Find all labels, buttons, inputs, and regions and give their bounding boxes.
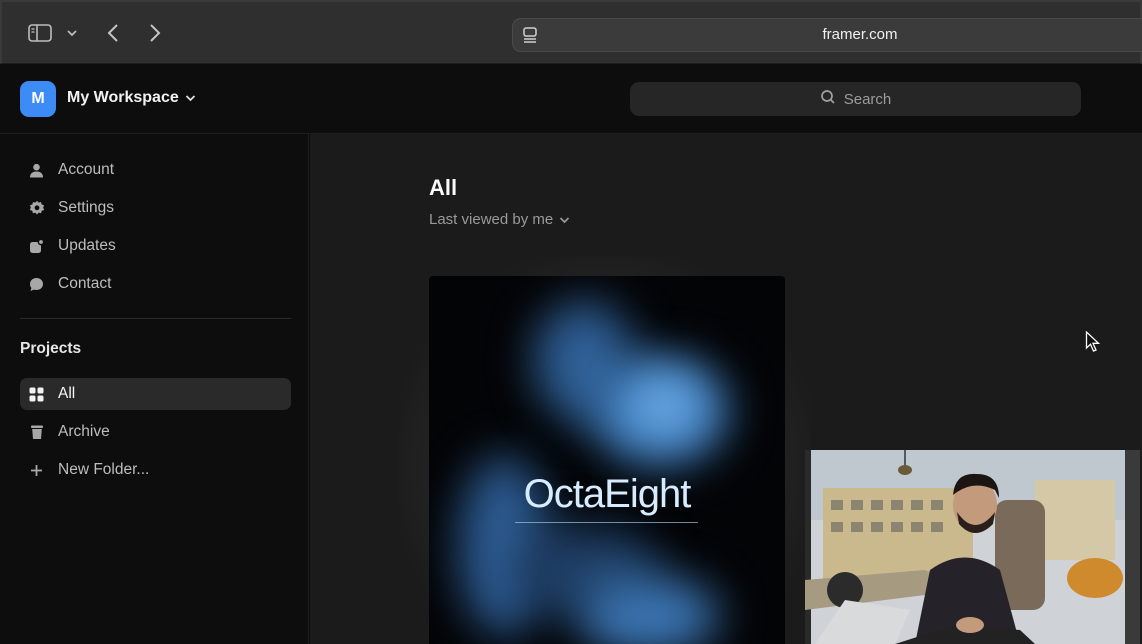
sidebar-item-label: Contact	[58, 275, 112, 292]
chevron-down-icon	[559, 211, 570, 228]
card-title-underline	[515, 522, 698, 523]
forward-arrow-icon[interactable]	[144, 21, 166, 45]
chevron-down-icon	[185, 89, 196, 107]
sidebar-item-updates[interactable]: Updates	[20, 230, 291, 262]
sidebar-item-label: Account	[58, 161, 115, 178]
search-input[interactable]: Search	[630, 82, 1081, 116]
mouse-cursor-icon	[1085, 330, 1101, 353]
search-icon	[820, 89, 836, 109]
workspace-switcher[interactable]: My Workspace	[67, 89, 196, 107]
card-title: OctaEight	[523, 472, 692, 516]
workspace-avatar[interactable]: M	[20, 81, 56, 117]
sidebar-item-label: All	[58, 385, 76, 402]
projects-heading: Projects	[20, 340, 82, 357]
sidebar-toggle-icon[interactable]	[26, 22, 54, 44]
back-arrow-icon[interactable]	[102, 21, 124, 45]
sidebar-item-label: Archive	[58, 423, 110, 440]
sidebar-item-account[interactable]: Account	[20, 154, 291, 186]
grid-icon	[28, 386, 45, 403]
sidebar-item-contact[interactable]: Contact	[20, 268, 291, 300]
url-text: framer.com	[822, 26, 898, 43]
trash-icon	[28, 424, 45, 441]
browser-toolbar: framer.com	[0, 0, 1142, 64]
updates-icon	[28, 238, 45, 255]
chat-bubble-icon	[28, 276, 45, 293]
sort-dropdown[interactable]: Last viewed by me	[429, 211, 570, 228]
card-thumbnail-shape	[629, 376, 699, 436]
person-icon	[28, 162, 45, 179]
sort-label: Last viewed by me	[429, 211, 554, 228]
chevron-down-icon[interactable]	[64, 24, 80, 42]
sidebar-divider	[20, 318, 291, 319]
app-header: M My Workspace Search	[0, 64, 1142, 134]
gear-icon	[28, 200, 45, 217]
webcam-overlay	[805, 450, 1140, 644]
card-thumbnail-shape	[579, 576, 719, 644]
sidebar-item-all[interactable]: All	[20, 378, 291, 410]
address-bar[interactable]: framer.com	[512, 18, 1142, 52]
page-title: All	[429, 175, 458, 200]
sidebar: Account Settings Updates Contact Project…	[0, 134, 309, 644]
sidebar-item-label: Settings	[58, 199, 115, 216]
new-folder-button[interactable]: New Folder...	[20, 454, 291, 486]
webcam-video-frame	[805, 450, 1140, 644]
plus-icon	[28, 462, 45, 479]
sidebar-item-settings[interactable]: Settings	[20, 192, 291, 224]
project-card[interactable]: OctaEight	[429, 276, 785, 644]
sidebar-item-archive[interactable]: Archive	[20, 416, 291, 448]
workspace-name: My Workspace	[67, 89, 179, 106]
sidebar-item-label: Updates	[58, 237, 116, 254]
sidebar-item-label: New Folder...	[58, 461, 150, 478]
search-placeholder: Search	[843, 90, 892, 108]
